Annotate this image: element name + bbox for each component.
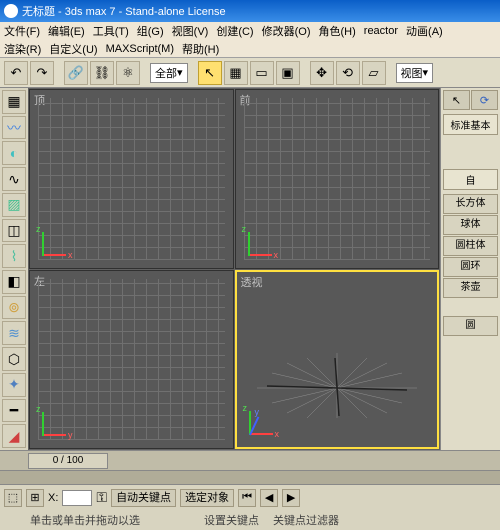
menu-create[interactable]: 创建(C) — [216, 23, 253, 39]
command-panel: ↖ ⟳ 标准基本 自 长方体 球体 圆柱体 圆环 茶壶 圆 — [440, 88, 500, 450]
status-bar: ⬚ ⊞ X: ⚿ 自动关键点 选定对象 ⏮ ◀ ▶ — [0, 484, 500, 510]
menu-customize[interactable]: 自定义(U) — [49, 41, 97, 57]
viewport-top[interactable]: 顶 x z — [29, 89, 234, 269]
mesh-icon[interactable]: ▨ — [2, 193, 26, 217]
plane-icon[interactable]: ◫ — [2, 219, 26, 243]
rollout-header[interactable]: 标准基本 — [443, 114, 498, 135]
viewport-perspective[interactable]: 透视 x z — [235, 270, 440, 450]
rope-icon[interactable]: ∿ — [2, 167, 26, 191]
status-bar-2: 单击或单击并拖动以选 设置关键点 关键点过滤器 — [0, 510, 500, 530]
select-button[interactable]: ↖ — [198, 61, 222, 85]
dashpot-icon[interactable]: ◧ — [2, 270, 26, 294]
viewport-front[interactable]: 前 x z — [235, 89, 440, 269]
axis-gizmo: x z y — [249, 399, 285, 435]
constraint-icon[interactable]: ◢ — [2, 424, 26, 448]
selection-filter-dropdown[interactable]: 全部 ▾ — [150, 63, 188, 83]
move-button[interactable]: ✥ — [310, 61, 334, 85]
menu-group[interactable]: 组(G) — [137, 23, 164, 39]
play-button[interactable]: ▶ — [282, 489, 300, 507]
link-button[interactable]: 🔗 — [64, 61, 88, 85]
setkey-button[interactable]: 设置关键点 — [204, 512, 259, 528]
lock-icon[interactable]: ⬚ — [4, 489, 22, 507]
prev-frame-button[interactable]: ◀ — [260, 489, 278, 507]
rotate-button[interactable]: ⟲ — [336, 61, 360, 85]
modify-tab[interactable]: ⟳ — [471, 90, 498, 110]
reactor-toolbar: ▦ 〰 ◐ ∿ ▨ ◫ ⌇ ◧ ⊚ ≋ ⬡ ✦ ━ ◢ — [0, 88, 28, 450]
time-slider[interactable]: 0 / 100 — [0, 450, 500, 470]
autokey-button[interactable]: 自动关键点 — [111, 489, 176, 507]
scale-button[interactable]: ▱ — [362, 61, 386, 85]
window-title: 无标题 - 3ds max 7 - Stand-alone License — [22, 3, 226, 19]
menu-edit[interactable]: 编辑(E) — [48, 23, 85, 39]
wind-icon[interactable]: ≋ — [2, 321, 26, 345]
menu-tools[interactable]: 工具(T) — [93, 23, 129, 39]
viewport-area: 顶 x z 前 x z 左 y z — [28, 88, 440, 450]
axis-gizmo: y z — [42, 400, 78, 436]
sphere-button[interactable]: 球体 — [443, 215, 498, 235]
time-handle[interactable]: 0 / 100 — [28, 453, 108, 469]
axis-gizmo: x z — [42, 220, 78, 256]
redo-button[interactable]: ↷ — [30, 61, 54, 85]
axis-gizmo: x z — [248, 220, 284, 256]
spring-icon[interactable]: ⌇ — [2, 244, 26, 268]
create-tab[interactable]: ↖ — [443, 90, 470, 110]
menu-character[interactable]: 角色(H) — [319, 23, 356, 39]
menu-reactor[interactable]: reactor — [364, 25, 398, 37]
water-icon[interactable]: ━ — [2, 399, 26, 423]
torus-button[interactable]: 圆环 — [443, 257, 498, 277]
main-toolbar: ↶ ↷ 🔗 ⛓ ⚛ 全部 ▾ ↖ ▦ ▭ ▣ ✥ ⟲ ▱ 视图 ▾ — [0, 58, 500, 88]
ref-coord-dropdown[interactable]: 视图 ▾ — [396, 63, 434, 83]
x-coord-input[interactable] — [62, 490, 92, 506]
cloth-icon[interactable]: 〰 — [2, 116, 26, 140]
menu-bar: 文件(F) 编辑(E) 工具(T) 组(G) 视图(V) 创建(C) 修改器(O… — [0, 22, 500, 40]
select-by-name-button[interactable]: ▦ — [224, 61, 248, 85]
teapot-button[interactable]: 茶壶 — [443, 278, 498, 298]
goto-start-button[interactable]: ⏮ — [238, 489, 256, 507]
bind-button[interactable]: ⚛ — [116, 61, 140, 85]
snap-toggle[interactable]: ⊞ — [26, 489, 44, 507]
selected-filter[interactable]: 选定对象 — [180, 489, 234, 507]
soft-body-icon[interactable]: ◐ — [2, 141, 26, 165]
keyfilter-button[interactable]: 关键点过滤器 — [273, 512, 339, 528]
menu-help[interactable]: 帮助(H) — [182, 41, 219, 57]
menu-file[interactable]: 文件(F) — [4, 23, 40, 39]
select-region-button[interactable]: ▭ — [250, 61, 274, 85]
cylinder-button[interactable]: 圆柱体 — [443, 236, 498, 256]
menu-bar-2: 渲染(R) 自定义(U) MAXScript(M) 帮助(H) — [0, 40, 500, 58]
app-icon — [4, 4, 18, 18]
key-icon: ⚿ — [96, 489, 107, 506]
toy-car-icon[interactable]: ⬡ — [2, 347, 26, 371]
menu-rendering[interactable]: 渲染(R) — [4, 41, 41, 57]
prompt-text: 单击或单击并拖动以选 — [30, 512, 140, 528]
undo-button[interactable]: ↶ — [4, 61, 28, 85]
circle-button[interactable]: 圆 — [443, 316, 498, 336]
menu-views[interactable]: 视图(V) — [172, 23, 209, 39]
fracture-icon[interactable]: ✦ — [2, 373, 26, 397]
unlink-button[interactable]: ⛓ — [90, 61, 114, 85]
box-button[interactable]: 长方体 — [443, 194, 498, 214]
window-crossing-button[interactable]: ▣ — [276, 61, 300, 85]
menu-maxscript[interactable]: MAXScript(M) — [106, 43, 174, 55]
track-bar[interactable] — [0, 470, 500, 484]
rigid-body-icon[interactable]: ▦ — [2, 90, 26, 114]
section-header: 自 — [443, 169, 498, 190]
menu-modifiers[interactable]: 修改器(O) — [262, 23, 311, 39]
motor-icon[interactable]: ⊚ — [2, 296, 26, 320]
x-label: X: — [48, 492, 58, 504]
viewport-left[interactable]: 左 y z — [29, 270, 234, 450]
title-bar: 无标题 - 3ds max 7 - Stand-alone License — [0, 0, 500, 22]
menu-animation[interactable]: 动画(A) — [406, 23, 443, 39]
